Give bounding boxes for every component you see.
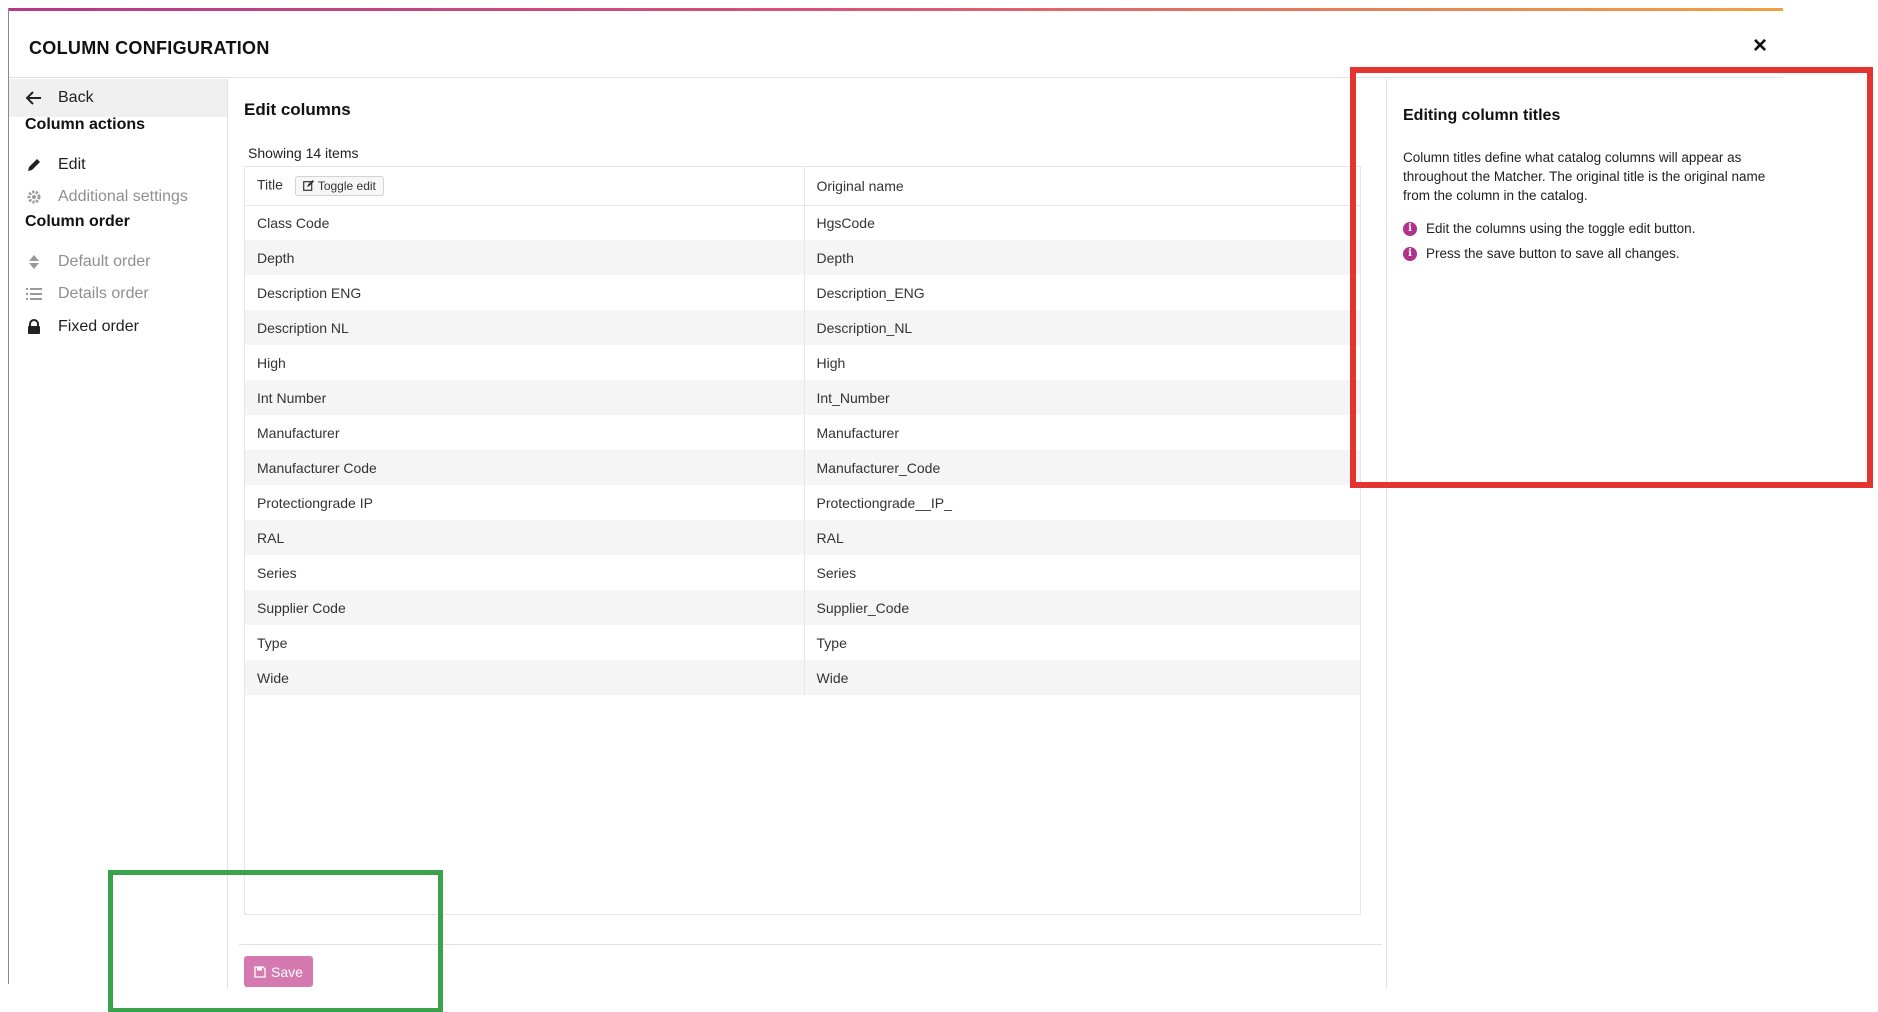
- cell-original-name: Description_NL: [804, 310, 1360, 345]
- cell-title: Manufacturer: [245, 415, 805, 450]
- cell-title: Type: [245, 625, 805, 660]
- table-row: Wide Wide: [245, 660, 1360, 695]
- cell-title: Description ENG: [245, 275, 805, 310]
- cell-title: Int Number: [245, 380, 805, 415]
- list-icon: [24, 287, 44, 301]
- table-row: Manufacturer Manufacturer: [245, 415, 1360, 450]
- additional-settings-label: Additional settings: [58, 188, 188, 205]
- default-order-label: Default order: [58, 253, 151, 270]
- lock-icon: [24, 319, 44, 335]
- table-row: Supplier Code Supplier_Code: [245, 590, 1360, 625]
- sort-icon: [24, 254, 44, 270]
- table-row: High High: [245, 345, 1360, 380]
- fixed-order-label: Fixed order: [58, 318, 139, 335]
- table-row: Type Type: [245, 625, 1360, 660]
- cell-original-name: Type: [816, 634, 847, 651]
- cell-original-name: Manufacturer_Code: [804, 450, 1360, 485]
- columns-table: Title Toggle edit Original name Class Co…: [244, 166, 1361, 915]
- arrow-left-icon: [24, 91, 44, 105]
- cell-original-name: Protectiongrade__IP_: [816, 494, 952, 511]
- table-row: Int Number Int_Number: [245, 380, 1360, 415]
- page-title: Edit columns: [244, 100, 351, 119]
- cell-title: RAL: [245, 520, 805, 555]
- back-button[interactable]: Back: [9, 79, 227, 117]
- table-row: RAL RAL: [245, 520, 1360, 555]
- cell-original-name: Manufacturer: [816, 424, 899, 441]
- cell-title: Class Code: [245, 205, 805, 240]
- section-column-actions: Column actions: [25, 116, 146, 133]
- modal-title: COLUMN CONFIGURATION: [29, 38, 270, 58]
- table-row: Protectiongrade IP Protectiongrade__IP_: [245, 485, 1360, 520]
- cell-title: Description NL: [245, 310, 805, 345]
- highlight-box-green: [108, 870, 443, 1012]
- close-icon[interactable]: ×: [1747, 33, 1773, 59]
- sidebar: Back Column actions Edit Additional sett…: [9, 79, 228, 989]
- gear-icon: [24, 189, 44, 205]
- cell-title: Depth: [245, 240, 805, 275]
- cell-original-name: HgsCode: [816, 214, 875, 231]
- pencil-icon: [24, 157, 44, 173]
- sidebar-item-additional-settings[interactable]: Additional settings: [9, 178, 227, 216]
- column-header-original-name: Original name: [804, 167, 1360, 206]
- cell-original-name: Supplier_Code: [804, 590, 1360, 625]
- table-row: Class Code HgsCode: [245, 205, 1360, 240]
- main-panel: Edit columns Showing 14 items Title Togg…: [229, 79, 1387, 989]
- cell-title: Supplier Code: [245, 590, 805, 625]
- cell-title: Series: [245, 555, 805, 590]
- cell-original-name: Depth: [804, 240, 1360, 275]
- cell-title: High: [245, 345, 805, 380]
- cell-original-name: High: [816, 354, 846, 371]
- cell-original-name: Series: [816, 564, 857, 581]
- cell-title: Wide: [245, 660, 805, 695]
- table-row: Manufacturer Code Manufacturer_Code: [245, 450, 1360, 485]
- cell-title: Manufacturer Code: [245, 450, 805, 485]
- toggle-edit-button[interactable]: Toggle edit: [294, 175, 384, 196]
- column-header-title: Title Toggle edit: [245, 167, 805, 206]
- items-count: Showing 14 items: [248, 145, 359, 161]
- table-row: Description NL Description_NL: [245, 310, 1360, 345]
- table-row: Description ENG Description_ENG: [245, 275, 1360, 310]
- section-column-order: Column order: [25, 213, 130, 230]
- toggle-edit-label: Toggle edit: [317, 178, 376, 193]
- table-row: Depth Depth: [245, 240, 1360, 275]
- cell-original-name: Description_ENG: [816, 284, 925, 301]
- highlight-box-red: [1350, 67, 1873, 488]
- edit-square-icon: [302, 180, 314, 192]
- title-header-label: Title: [257, 176, 283, 193]
- sidebar-item-fixed-order[interactable]: Fixed order: [9, 308, 227, 346]
- cell-original-name: RAL: [804, 520, 1360, 555]
- back-label: Back: [58, 89, 94, 106]
- cell-title: Protectiongrade IP: [245, 485, 805, 520]
- edit-label: Edit: [58, 156, 86, 173]
- cell-original-name: Wide: [804, 660, 1360, 695]
- cell-original-name: Int_Number: [804, 380, 1360, 415]
- table-row: Series Series: [245, 555, 1360, 590]
- details-order-label: Details order: [58, 285, 149, 302]
